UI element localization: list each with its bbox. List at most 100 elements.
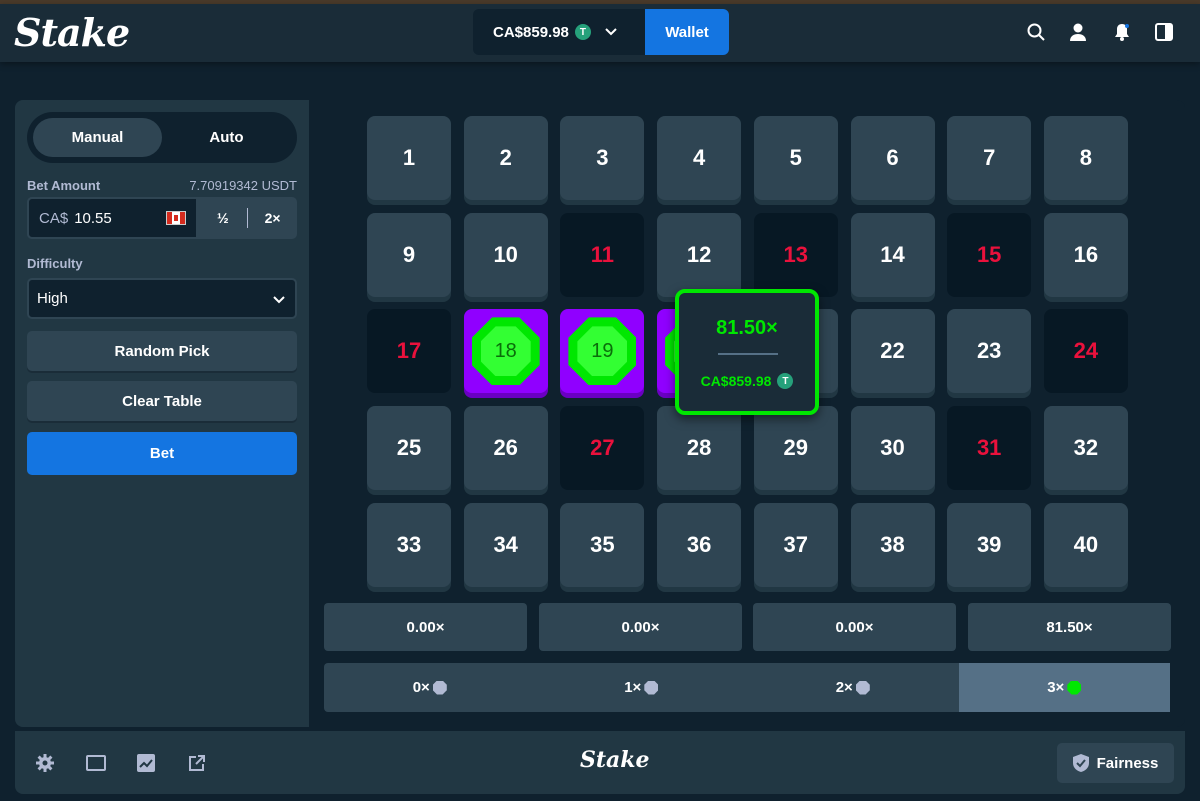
stats-icon[interactable] [134, 751, 158, 775]
payout-cell: 0.00× [324, 603, 527, 651]
hits-label: 3× [1047, 679, 1065, 696]
tile-38[interactable]: 38 [850, 502, 935, 587]
win-popup: 81.50× CA$859.98 T [675, 289, 819, 415]
tile-2[interactable]: 2 [463, 116, 548, 200]
tile-16[interactable]: 16 [1043, 212, 1128, 297]
tile-12[interactable]: 12 [657, 212, 742, 297]
tile-22[interactable]: 22 [850, 309, 935, 394]
shield-check-icon [1072, 754, 1089, 772]
theatre-mode-icon[interactable] [84, 751, 108, 775]
double-bet-button[interactable]: 2× [248, 197, 297, 239]
tile-28[interactable]: 28 [657, 406, 742, 491]
payout-cell: 0.00× [753, 603, 956, 651]
settings-icon[interactable] [33, 751, 57, 775]
balance-value: CA$859.98 [493, 23, 569, 41]
tile-25[interactable]: 25 [367, 406, 451, 491]
tile-36[interactable]: 36 [657, 502, 742, 587]
tile-35[interactable]: 35 [560, 502, 645, 587]
tile-33[interactable]: 33 [367, 502, 451, 587]
tile-8[interactable]: 8 [1043, 116, 1128, 200]
tile-17[interactable]: 17 [367, 309, 451, 394]
footer-logo: Stake [580, 747, 650, 773]
chevron-down-icon [605, 25, 617, 39]
tile-29[interactable]: 29 [753, 406, 838, 491]
gem-icon [644, 680, 659, 695]
tile-18[interactable]: 18 [463, 309, 548, 394]
tile-19[interactable]: 19 [560, 309, 645, 394]
win-payout: CA$859.98 T [679, 373, 815, 389]
gem-icon: 19 [568, 317, 637, 386]
bet-amount-label: Bet Amount [27, 178, 101, 193]
chevron-down-icon [273, 291, 285, 307]
tile-27[interactable]: 27 [560, 406, 645, 491]
hits-label: 0× [412, 679, 430, 696]
hits-cell: 1× [536, 663, 748, 712]
tab-manual[interactable]: Manual [33, 118, 162, 157]
bet-controls-panel: Manual Auto Bet Amount 7.70919342 USDT C… [15, 100, 309, 727]
tile-7[interactable]: 7 [947, 116, 1032, 200]
tile-13[interactable]: 13 [753, 212, 838, 297]
payout-cell: 0.00× [539, 603, 742, 651]
payout-cell: 81.50× [968, 603, 1171, 651]
tile-3[interactable]: 3 [560, 116, 645, 200]
search-icon[interactable] [1026, 22, 1046, 42]
half-bet-button[interactable]: ½ [198, 197, 247, 239]
tile-15[interactable]: 15 [947, 212, 1032, 297]
popout-icon[interactable] [185, 751, 209, 775]
game-footer: Stake Fairness [15, 731, 1185, 794]
bet-amount-input[interactable]: CA$ 10.55 [27, 197, 199, 239]
tile-37[interactable]: 37 [753, 502, 838, 587]
hits-cell-active: 3× [958, 663, 1170, 712]
win-payout-value: CA$859.98 [700, 373, 772, 389]
bet-amount-usdt: 7.70919342 USDT [189, 178, 297, 193]
hits-label: 1× [624, 679, 642, 696]
bell-icon[interactable] [1112, 22, 1132, 42]
top-bar: Stake CA$859.98 T Wallet [0, 4, 1200, 62]
tile-9[interactable]: 9 [367, 212, 451, 297]
hits-label: 2× [835, 679, 853, 696]
tile-34[interactable]: 34 [463, 502, 548, 587]
bet-amount-group: CA$ 10.55 ½ 2× [27, 197, 297, 239]
sidebar-toggle-icon[interactable] [1154, 22, 1174, 42]
tile-10[interactable]: 10 [463, 212, 548, 297]
tile-1[interactable]: 1 [367, 116, 451, 200]
tile-14[interactable]: 14 [850, 212, 935, 297]
hits-cell: 0× [324, 663, 536, 712]
gem-icon [432, 680, 447, 695]
bet-value: 10.55 [74, 209, 112, 227]
tab-auto[interactable]: Auto [162, 118, 291, 157]
tile-23[interactable]: 23 [947, 309, 1032, 394]
tether-icon: T [574, 24, 591, 40]
tile-40[interactable]: 40 [1043, 502, 1128, 587]
tile-31[interactable]: 31 [947, 406, 1032, 491]
canada-flag-icon [166, 211, 187, 225]
gem-icon: 18 [471, 317, 540, 386]
fairness-label: Fairness [1096, 754, 1159, 772]
fairness-button[interactable]: Fairness [1057, 743, 1174, 783]
tile-26[interactable]: 26 [463, 406, 548, 491]
user-icon[interactable] [1068, 22, 1088, 42]
tile-5[interactable]: 5 [753, 116, 838, 200]
tile-32[interactable]: 32 [1043, 406, 1128, 491]
hits-row: 0× 1× 2× 3× [324, 663, 1170, 712]
tile-11[interactable]: 11 [560, 212, 645, 297]
difficulty-select[interactable]: High [27, 278, 297, 319]
difficulty-value: High [37, 290, 68, 307]
difficulty-label: Difficulty [27, 256, 83, 271]
random-pick-button[interactable]: Random Pick [27, 331, 297, 371]
tile-39[interactable]: 39 [947, 502, 1032, 587]
wallet-button[interactable]: Wallet [645, 9, 729, 55]
tile-4[interactable]: 4 [657, 116, 742, 200]
clear-table-button[interactable]: Clear Table [27, 381, 297, 421]
stake-logo[interactable]: Stake [14, 10, 130, 55]
balance-dropdown[interactable]: CA$859.98 T [473, 9, 645, 55]
tile-24[interactable]: 24 [1043, 309, 1128, 394]
tile-6[interactable]: 6 [850, 116, 935, 200]
mode-tabs: Manual Auto [27, 112, 297, 163]
tile-30[interactable]: 30 [850, 406, 935, 491]
gem-icon [1067, 680, 1082, 695]
bet-button[interactable]: Bet [27, 432, 297, 475]
tile-number: 19 [577, 326, 628, 377]
gem-icon [855, 680, 870, 695]
tile-number: 18 [480, 326, 531, 377]
